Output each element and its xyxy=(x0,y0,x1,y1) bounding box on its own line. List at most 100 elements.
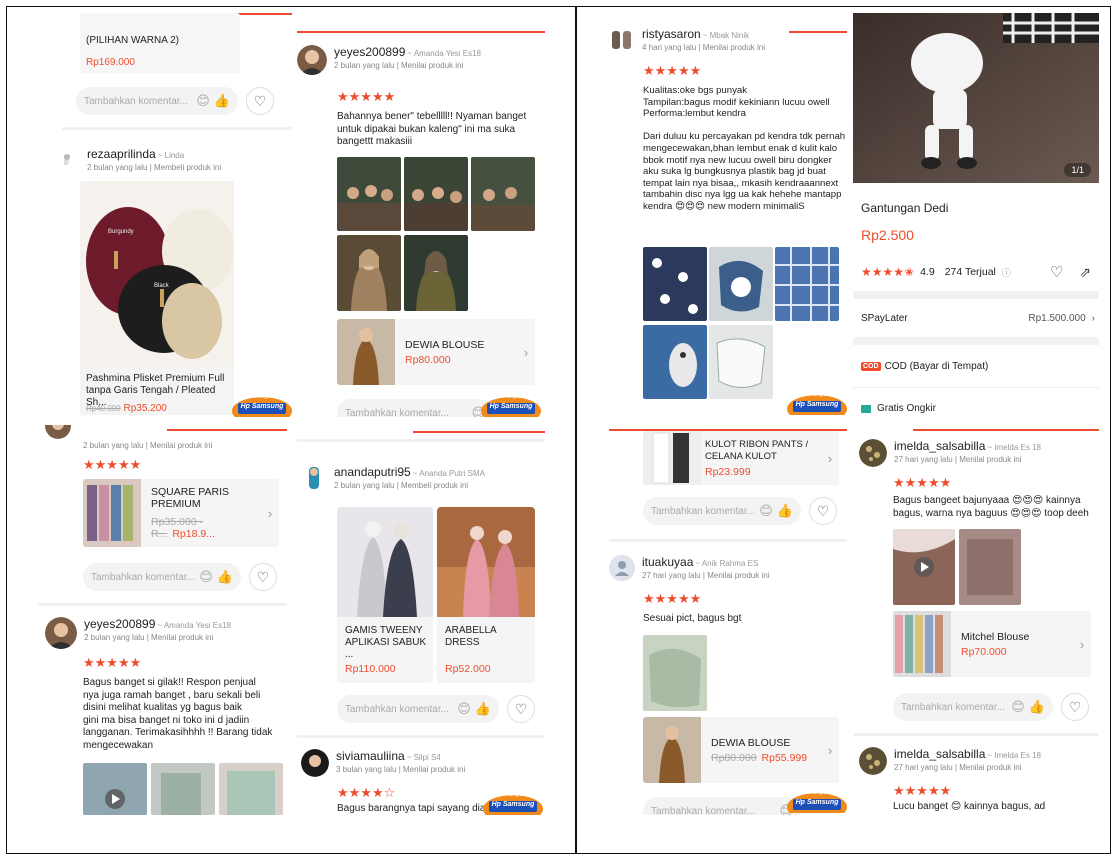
avatar[interactable] xyxy=(62,147,80,173)
promo-badge[interactable]: Menangkan Hp Samsung xyxy=(483,789,543,815)
comment-input[interactable]: Tambahkan komentar... 😊 👍 xyxy=(337,695,499,723)
product-card[interactable]: KULOT RIBON PANTS / CELANA KULOT Rp23.99… xyxy=(643,431,839,485)
thumbs-up-icon[interactable]: 👍 xyxy=(777,503,793,519)
review-video[interactable] xyxy=(893,529,955,605)
avatar[interactable] xyxy=(609,555,635,581)
product-name: DEWIA BLOUSE xyxy=(711,736,791,749)
user-nickname: ~ Amanda Yesi Es18 xyxy=(157,621,232,630)
user-nickname: ~ Silpi S4 xyxy=(406,753,441,762)
smile-emoji-icon[interactable]: 😊 xyxy=(199,569,213,585)
product-card[interactable]: DEWIA BLOUSE Rp80.000 › xyxy=(337,319,535,385)
comment-bar: Tambahkan komentar... 😊 xyxy=(643,797,801,815)
reviewer-name[interactable]: yeyes200899 ~ Amanda Yesi Es18 xyxy=(84,617,231,631)
username[interactable]: siviamauliina xyxy=(336,749,405,763)
heart-icon[interactable]: ♡ xyxy=(809,497,837,525)
heart-icon[interactable]: ♡ xyxy=(1061,693,1089,721)
username[interactable]: ristyasaron xyxy=(642,27,701,41)
product-title: Gantungan Dedi xyxy=(861,201,949,215)
review-photo[interactable] xyxy=(709,325,773,399)
avatar[interactable] xyxy=(45,425,71,439)
promo-badge[interactable]: Menangkan Hp Samsung xyxy=(232,391,292,417)
heart-icon[interactable]: ♡ xyxy=(507,695,535,723)
review-photo[interactable] xyxy=(775,247,839,321)
product-card-prev[interactable]: (PILIHAN WARNA 2) Rp169.000 xyxy=(80,13,240,73)
reviewer-name[interactable]: rezaaprilinda ~ Linda xyxy=(87,147,221,161)
username[interactable]: anandaputri95 xyxy=(334,465,411,479)
avatar[interactable] xyxy=(301,749,329,777)
review-photo[interactable] xyxy=(404,235,468,311)
shipping-row[interactable]: Gratis Ongkir xyxy=(861,403,936,414)
product-card[interactable]: DEWIA BLOUSE Rp80.000 Rp55.999 › xyxy=(643,717,839,783)
rating-stars: ★★★★★ xyxy=(893,783,952,798)
heart-icon[interactable]: ♡ xyxy=(246,87,274,115)
thumbs-up-icon[interactable]: 👍 xyxy=(475,701,491,717)
review-photo[interactable] xyxy=(643,247,707,321)
username[interactable]: ituakuyaa xyxy=(642,555,693,569)
comment-input[interactable]: Tambahkan komentar... 😊 xyxy=(337,399,493,417)
comment-input[interactable]: Tambahkan komentar... 😊 xyxy=(643,797,801,815)
info-icon[interactable]: ⓘ xyxy=(1002,266,1011,279)
reviewer-name[interactable]: ituakuyaa ~ Anik Rahma ES xyxy=(642,555,769,569)
review-photo[interactable] xyxy=(337,157,401,231)
review-video[interactable] xyxy=(83,763,147,815)
comment-placeholder: Tambahkan komentar... xyxy=(345,407,449,418)
review-photo[interactable] xyxy=(643,325,707,399)
review-photo[interactable] xyxy=(151,763,215,815)
avatar[interactable] xyxy=(609,27,635,53)
username[interactable]: imelda_salsabilla xyxy=(894,439,985,453)
review-photo[interactable] xyxy=(709,247,773,321)
username[interactable]: imelda_salsabilla xyxy=(894,747,985,761)
product-card-gamis[interactable]: GAMIS TWEENY APLIKASI SABUK ... Rp110.00… xyxy=(337,507,433,683)
avatar[interactable] xyxy=(45,617,77,649)
comment-input[interactable]: Tambahkan komentar... 😊 👍 xyxy=(893,693,1053,721)
thumbs-up-icon[interactable]: 👍 xyxy=(214,93,230,109)
review-photo[interactable] xyxy=(404,157,468,231)
review-meta: 2 bulan yang lalu | Menilai produk ini xyxy=(334,61,464,70)
avatar[interactable] xyxy=(859,439,887,467)
cod-row[interactable]: COD COD (Bayar di Tempat) xyxy=(861,361,988,372)
comment-input[interactable]: Tambahkan komentar... 😊 👍 xyxy=(83,563,241,591)
review-photo[interactable] xyxy=(471,157,535,231)
product-card[interactable]: Mitchel Blouse Rp70.000 › xyxy=(893,611,1091,677)
username[interactable]: yeyes200899 xyxy=(84,617,155,631)
spaylater-row[interactable]: SPayLater Rp1.500.000 › xyxy=(861,313,1095,324)
review-photo[interactable] xyxy=(643,635,707,711)
product-card[interactable]: SQUARE PARIS PREMIUM Rp35.000 - R... Rp18… xyxy=(83,479,279,547)
smile-emoji-icon[interactable]: 😊 xyxy=(196,93,210,109)
reviewer-name[interactable]: siviamauliina ~ Silpi S4 xyxy=(336,749,465,763)
heart-icon[interactable]: ♡ xyxy=(1050,263,1063,281)
product-card-arabella[interactable]: ARABELLA DRESS Rp52.000 xyxy=(437,507,535,683)
product-main-photo[interactable]: 1/1 xyxy=(853,13,1099,183)
thumbs-up-icon[interactable]: 👍 xyxy=(1029,699,1045,715)
review-photo[interactable] xyxy=(219,763,283,815)
smile-emoji-icon[interactable]: 😊 xyxy=(1011,699,1025,715)
smile-emoji-icon[interactable]: 😊 xyxy=(759,503,773,519)
reviewer-name[interactable]: imelda_salsabilla ~ Imelda Es 18 xyxy=(894,747,1041,761)
rating-stars: ★★★★★ xyxy=(83,457,142,472)
avatar[interactable] xyxy=(859,747,887,775)
reviewer-name[interactable]: imelda_salsabilla ~ Imelda Es 18 xyxy=(894,439,1041,453)
heart-icon[interactable]: ♡ xyxy=(249,563,277,591)
promo-badge[interactable]: Menangkan Hp Samsung xyxy=(481,391,541,417)
thumbs-up-icon[interactable]: 👍 xyxy=(217,569,233,585)
username[interactable]: yeyes200899 xyxy=(334,45,405,59)
share-icon[interactable]: ⇗ xyxy=(1079,264,1091,281)
comment-input[interactable]: Tambahkan komentar... 😊 👍 xyxy=(643,497,801,525)
divider xyxy=(297,439,545,442)
accent-divider xyxy=(789,31,847,33)
review-photo[interactable] xyxy=(959,529,1021,605)
username[interactable]: rezaaprilinda xyxy=(87,147,156,161)
review-photo[interactable] xyxy=(337,235,401,311)
avatar[interactable] xyxy=(301,465,327,491)
promo-badge[interactable]: Menangkan Hp Samsung xyxy=(787,787,847,815)
reviewer-name[interactable]: yeyes200899 ~ Amanda Yesi Es18 xyxy=(334,45,481,59)
chevron-right-icon: › xyxy=(827,742,833,758)
avatar[interactable] xyxy=(297,45,327,75)
reviewer-name[interactable]: anandaputri95 ~ Ananda Putri SMA xyxy=(334,465,485,479)
comment-input[interactable]: Tambahkan komentar... 😊 👍 xyxy=(76,87,238,115)
smile-emoji-icon[interactable]: 😊 xyxy=(457,701,471,717)
promo-badge[interactable]: Menangkan Hp Samsung xyxy=(787,389,847,415)
reviewer-name[interactable]: ristyasaron ~ Mbak Ninik xyxy=(642,27,765,41)
chevron-right-icon: › xyxy=(1091,313,1095,324)
product-card-large[interactable]: Burgundy Black Pashmina Plisket Premium … xyxy=(80,181,234,415)
